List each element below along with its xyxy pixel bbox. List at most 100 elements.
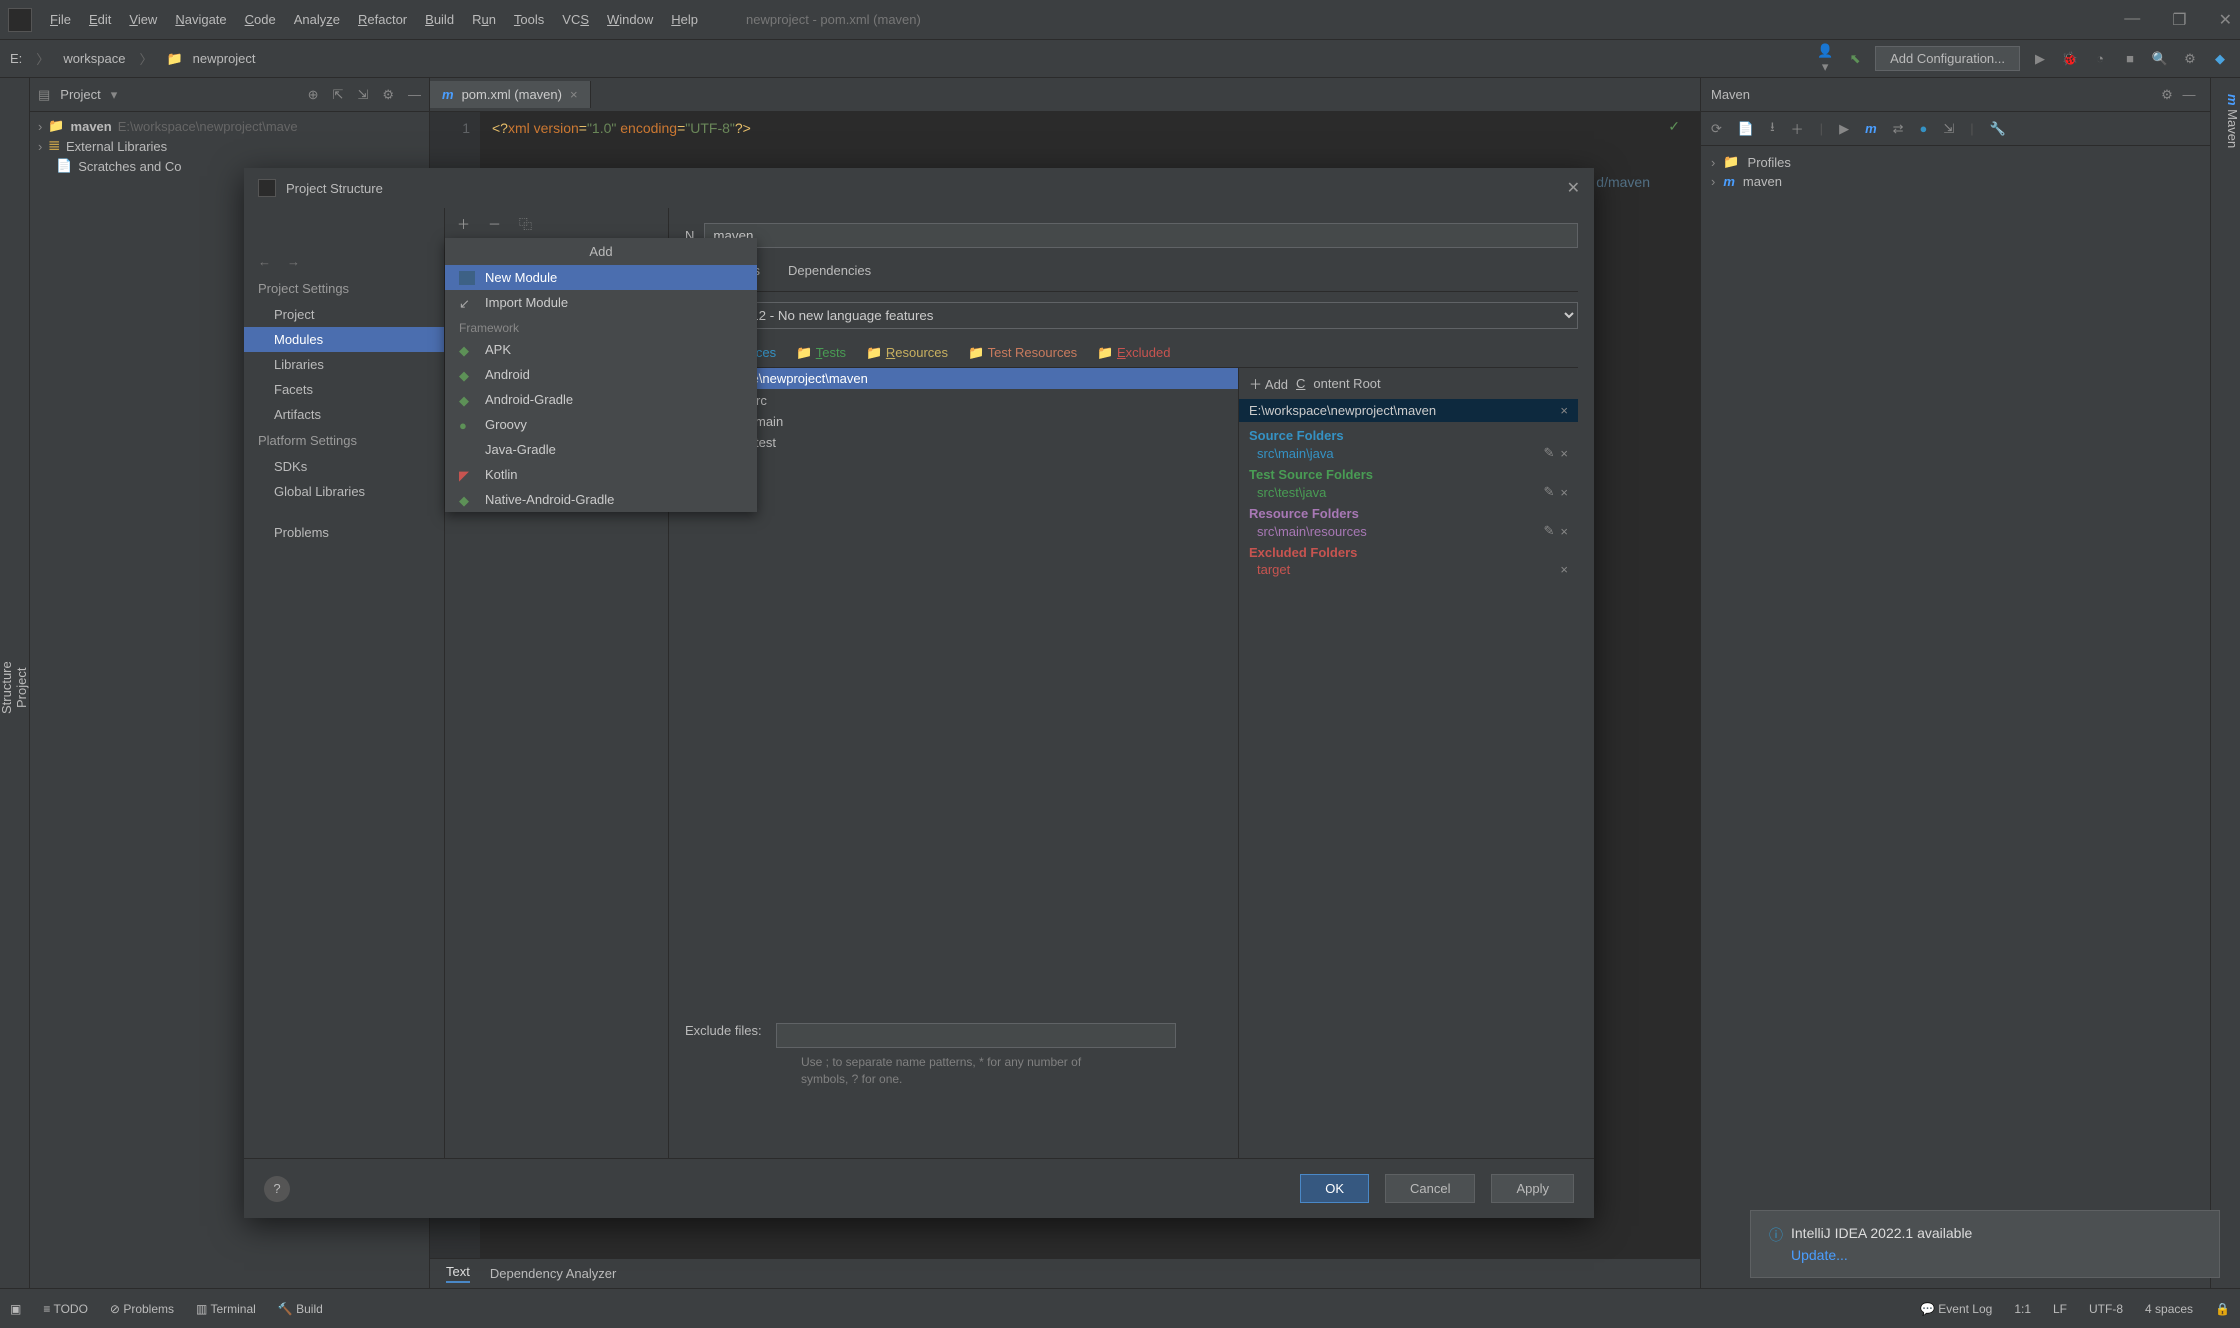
excluded-folder-item[interactable]: target× bbox=[1249, 562, 1568, 577]
menu-navigate[interactable]: Navigate bbox=[175, 12, 226, 27]
resource-folder-item[interactable]: src\main\resources✎× bbox=[1249, 523, 1568, 539]
lang-level-select[interactable]: 12 - No new language features bbox=[738, 302, 1578, 329]
menu-file[interactable]: File bbox=[50, 12, 71, 27]
add-configuration-button[interactable]: Add Configuration... bbox=[1875, 46, 2020, 71]
add-fw-apk[interactable]: ◆APK bbox=[445, 337, 757, 362]
maven-add-icon[interactable]: ＋ bbox=[1791, 119, 1804, 138]
status-enc[interactable]: UTF-8 bbox=[2089, 1302, 2123, 1316]
user-icon[interactable]: 👤▾ bbox=[1815, 43, 1835, 75]
editor-tab-pom[interactable]: m pom.xml (maven) × bbox=[430, 81, 591, 108]
status-event-log[interactable]: 💬 Event Log bbox=[1920, 1302, 1992, 1316]
add-fw-java-gradle[interactable]: Java-Gradle bbox=[445, 437, 757, 462]
add-fw-android-gradle[interactable]: ◆Android-Gradle bbox=[445, 387, 757, 412]
ps-side-artifacts[interactable]: Artifacts bbox=[244, 402, 444, 427]
crumb-workspace[interactable]: workspace bbox=[63, 51, 125, 66]
ps-side-global-lib[interactable]: Global Libraries bbox=[244, 479, 444, 504]
menu-edit[interactable]: Edit bbox=[89, 12, 111, 27]
remove-icon[interactable]: × bbox=[1560, 524, 1568, 539]
ide-icon[interactable]: ◆ bbox=[2210, 51, 2230, 67]
cancel-button[interactable]: Cancel bbox=[1385, 1174, 1475, 1203]
maven-gensrc-icon[interactable]: 📄 bbox=[1738, 121, 1754, 137]
add-fw-android[interactable]: ◆Android bbox=[445, 362, 757, 387]
hammer-icon[interactable]: ⬉ bbox=[1845, 51, 1865, 67]
crumb-project[interactable]: newproject bbox=[193, 51, 256, 66]
ps-add-icon[interactable]: ＋ bbox=[457, 214, 470, 233]
maven-m-icon[interactable]: m bbox=[1865, 121, 1877, 136]
editor-btab-text[interactable]: Text bbox=[446, 1264, 470, 1283]
left-tab-project[interactable]: Project bbox=[14, 88, 29, 1288]
add-fw-groovy[interactable]: ●Groovy bbox=[445, 412, 757, 437]
menu-vcs[interactable]: VCS bbox=[562, 12, 589, 27]
remove-icon[interactable]: × bbox=[1560, 562, 1568, 577]
ps-copy-icon[interactable]: ⿻ bbox=[519, 214, 532, 233]
test-source-folder-item[interactable]: src\test\java✎× bbox=[1249, 484, 1568, 500]
remove-icon[interactable]: × bbox=[1560, 485, 1568, 500]
menu-tools[interactable]: Tools bbox=[514, 12, 544, 27]
source-folder-item[interactable]: src\main\java✎× bbox=[1249, 445, 1568, 461]
status-problems[interactable]: ⊘ Problems bbox=[110, 1302, 174, 1316]
ps-side-sdks[interactable]: SDKs bbox=[244, 454, 444, 479]
ps-side-facets[interactable]: Facets bbox=[244, 377, 444, 402]
search-icon[interactable]: 🔍 bbox=[2150, 51, 2170, 67]
markas-test-resources[interactable]: 📁 Test Resources bbox=[968, 345, 1077, 361]
maven-hide-icon[interactable]: — bbox=[2178, 87, 2200, 102]
menu-help[interactable]: Help bbox=[671, 12, 698, 27]
ps-nav-back[interactable]: ← bbox=[258, 254, 271, 269]
add-content-root[interactable]: ＋ Add Content Root bbox=[1239, 368, 1578, 399]
content-root-selected[interactable]: E:\workspace\newproject\maven× bbox=[1239, 399, 1578, 422]
add-new-module[interactable]: New Module bbox=[445, 265, 757, 290]
tree-row-ext-lib[interactable]: ›𝌆 External Libraries bbox=[30, 136, 429, 156]
right-tab-maven[interactable]: m Maven bbox=[2225, 86, 2240, 1288]
notification-update-link[interactable]: Update... bbox=[1791, 1247, 1972, 1263]
left-tab-structure[interactable]: Structure bbox=[0, 88, 14, 1288]
tree-main[interactable]: main bbox=[685, 411, 1238, 432]
apply-button[interactable]: Apply bbox=[1491, 1174, 1574, 1203]
menu-view[interactable]: View bbox=[129, 12, 157, 27]
maven-reload-icon[interactable]: ⟳ bbox=[1711, 121, 1722, 137]
menu-window[interactable]: Window bbox=[607, 12, 653, 27]
exclude-files-input[interactable] bbox=[776, 1023, 1176, 1048]
target-icon[interactable]: ⊕ bbox=[308, 87, 319, 103]
status-pos[interactable]: 1:1 bbox=[2014, 1302, 2031, 1316]
status-build[interactable]: 🔨 Build bbox=[278, 1302, 323, 1316]
ps-remove-icon[interactable]: － bbox=[488, 214, 501, 233]
markas-resources[interactable]: 📁 Resources bbox=[866, 345, 948, 361]
content-root-row[interactable]: \workspace\newproject\maven bbox=[685, 368, 1238, 389]
menu-run[interactable]: Run bbox=[472, 12, 496, 27]
tree-test[interactable]: test bbox=[685, 432, 1238, 453]
ps-side-libraries[interactable]: Libraries bbox=[244, 352, 444, 377]
tree-row-maven[interactable]: ›📁 maven E:\workspace\newproject\mave bbox=[30, 116, 429, 136]
ps-nav-fwd[interactable]: → bbox=[287, 254, 300, 269]
maven-tree-module[interactable]: ›m maven bbox=[1701, 172, 2210, 191]
ps-side-problems[interactable]: Problems bbox=[244, 520, 444, 545]
ok-button[interactable]: OK bbox=[1300, 1174, 1369, 1203]
window-maximize[interactable]: ❐ bbox=[2172, 10, 2186, 30]
collapse-icon[interactable]: ⇲ bbox=[357, 87, 368, 103]
add-fw-kotlin[interactable]: ◤Kotlin bbox=[445, 462, 757, 487]
settings-gear-icon[interactable]: ⚙ bbox=[2180, 51, 2200, 67]
menu-analyze[interactable]: Analyze bbox=[294, 12, 340, 27]
ps-side-modules[interactable]: Modules bbox=[244, 327, 444, 352]
ps-side-project[interactable]: Project bbox=[244, 302, 444, 327]
menu-refactor[interactable]: Refactor bbox=[358, 12, 407, 27]
ps-close-icon[interactable]: ✕ bbox=[1567, 178, 1580, 198]
close-tab-icon[interactable]: × bbox=[570, 87, 578, 102]
remove-root-icon[interactable]: × bbox=[1560, 403, 1568, 418]
status-todo[interactable]: ≡ TODO bbox=[43, 1302, 88, 1316]
window-close[interactable]: ✕ bbox=[2219, 10, 2232, 30]
add-fw-native-android-gradle[interactable]: ◆Native-Android-Gradle bbox=[445, 487, 757, 512]
edit-icon[interactable]: ✎ bbox=[1544, 445, 1555, 461]
gear-icon[interactable]: ⚙ bbox=[382, 87, 394, 103]
maven-gear-icon[interactable]: ⚙ bbox=[2156, 87, 2178, 103]
markas-tests[interactable]: 📁 Tests bbox=[796, 345, 846, 361]
help-button[interactable]: ? bbox=[264, 1176, 290, 1202]
maven-wrench-icon[interactable]: 🔧 bbox=[1990, 121, 2006, 137]
add-import-module[interactable]: ↙ Import Module bbox=[445, 290, 757, 315]
run-icon[interactable]: ▶ bbox=[2030, 51, 2050, 67]
stop-icon[interactable]: ■ bbox=[2120, 51, 2140, 66]
maven-collapse-icon[interactable]: ⇲ bbox=[1943, 121, 1954, 137]
expand-icon[interactable]: ⇱ bbox=[333, 87, 344, 103]
markas-excluded[interactable]: 📁 Excluded bbox=[1097, 345, 1170, 361]
tree-src[interactable]: ▾src bbox=[685, 389, 1238, 411]
status-show-icon[interactable]: ▣ bbox=[10, 1302, 21, 1316]
